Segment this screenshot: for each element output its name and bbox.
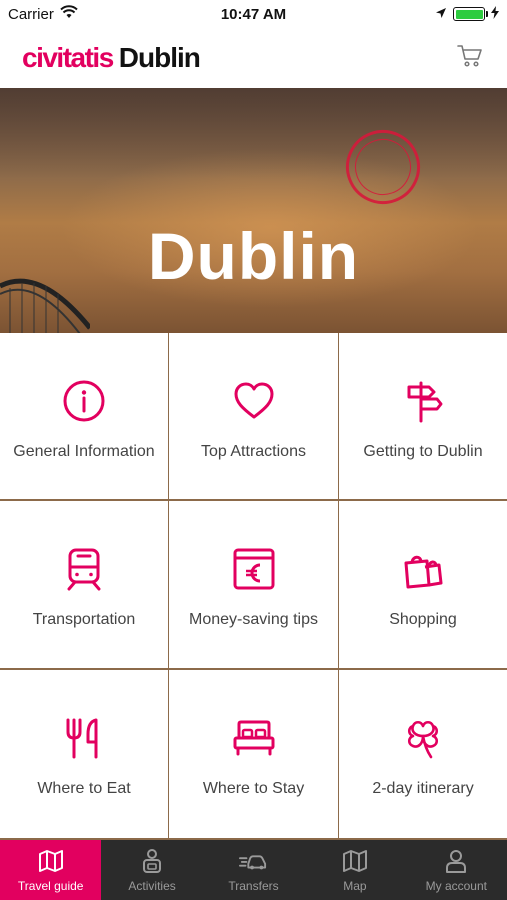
tab-transfers[interactable]: Transfers	[203, 840, 304, 900]
hero-banner: Dublin	[0, 88, 507, 333]
tab-activities[interactable]: Activities	[101, 840, 202, 900]
app-header: civitatis Dublin	[0, 28, 507, 88]
tab-label: Map	[343, 879, 367, 893]
tile-label: Getting to Dublin	[363, 443, 483, 460]
tile-label: Money-saving tips	[189, 611, 318, 628]
signpost-icon	[399, 377, 447, 425]
tile-label: Where to Stay	[202, 780, 305, 797]
tile-label: Transportation	[32, 611, 136, 628]
heart-icon	[230, 377, 278, 425]
bottom-tab-bar: Travel guide Activities Transfers Map My…	[0, 840, 507, 900]
charging-bolt-icon	[491, 5, 499, 23]
transfer-car-icon	[239, 847, 267, 875]
location-arrow-icon	[435, 6, 447, 23]
shopping-bags-icon	[399, 545, 447, 593]
tile-label: Top Attractions	[201, 443, 306, 460]
tile-getting-to-dublin[interactable]: Getting to Dublin	[339, 333, 507, 499]
train-icon	[60, 545, 108, 593]
info-icon	[60, 377, 108, 425]
tab-travel-guide[interactable]: Travel guide	[0, 840, 102, 900]
stamp-inner	[345, 129, 421, 205]
tile-label: Shopping	[389, 611, 457, 628]
fork-knife-icon	[60, 714, 108, 762]
tile-label: Where to Eat	[37, 780, 131, 797]
battery-indicator	[453, 7, 488, 21]
carrier-label: Carrier	[8, 5, 54, 23]
hero-title: Dublin	[147, 219, 360, 293]
tab-label: Activities	[128, 879, 176, 893]
tile-label: 2-day itinerary	[372, 780, 474, 797]
tile-where-to-eat[interactable]: Where to Eat	[0, 670, 168, 838]
tile-label: General Information	[13, 443, 155, 460]
guide-menu-grid: General Information Top Attractions Gett…	[0, 333, 507, 840]
tile-money-saving-tips[interactable]: Money-saving tips	[169, 501, 338, 668]
tile-general-information[interactable]: General Information	[0, 333, 168, 499]
activities-icon	[138, 847, 166, 875]
battery-fill	[455, 9, 483, 19]
user-icon	[442, 847, 470, 875]
wifi-icon	[60, 5, 78, 23]
tab-map[interactable]: Map	[304, 840, 405, 900]
tab-label: Travel guide	[17, 879, 84, 893]
tile-top-attractions[interactable]: Top Attractions	[169, 333, 338, 499]
city-name: Dublin	[118, 42, 201, 73]
tile-2-day-itinerary[interactable]: 2-day itinerary	[339, 670, 507, 838]
tile-shopping[interactable]: Shopping	[339, 501, 507, 668]
map-icon	[341, 847, 369, 875]
bed-icon	[230, 714, 278, 762]
civitatis-logo: civitatis	[22, 42, 114, 73]
map-book-icon	[37, 847, 65, 875]
brand[interactable]: civitatis Dublin	[22, 42, 201, 74]
euro-card-icon	[230, 545, 278, 593]
status-right	[435, 5, 499, 23]
tile-where-to-stay[interactable]: Where to Stay	[169, 670, 338, 838]
tab-my-account[interactable]: My account	[406, 840, 507, 900]
tab-label: My account	[425, 879, 487, 893]
status-bar: Carrier 10:47 AM	[0, 0, 507, 28]
tile-transportation[interactable]: Transportation	[0, 501, 168, 668]
status-left: Carrier	[8, 5, 78, 23]
cart-button[interactable]	[455, 43, 485, 73]
cart-icon	[457, 44, 483, 73]
hero-shade	[0, 88, 507, 178]
tab-label: Transfers	[228, 879, 279, 893]
clover-icon	[399, 714, 447, 762]
